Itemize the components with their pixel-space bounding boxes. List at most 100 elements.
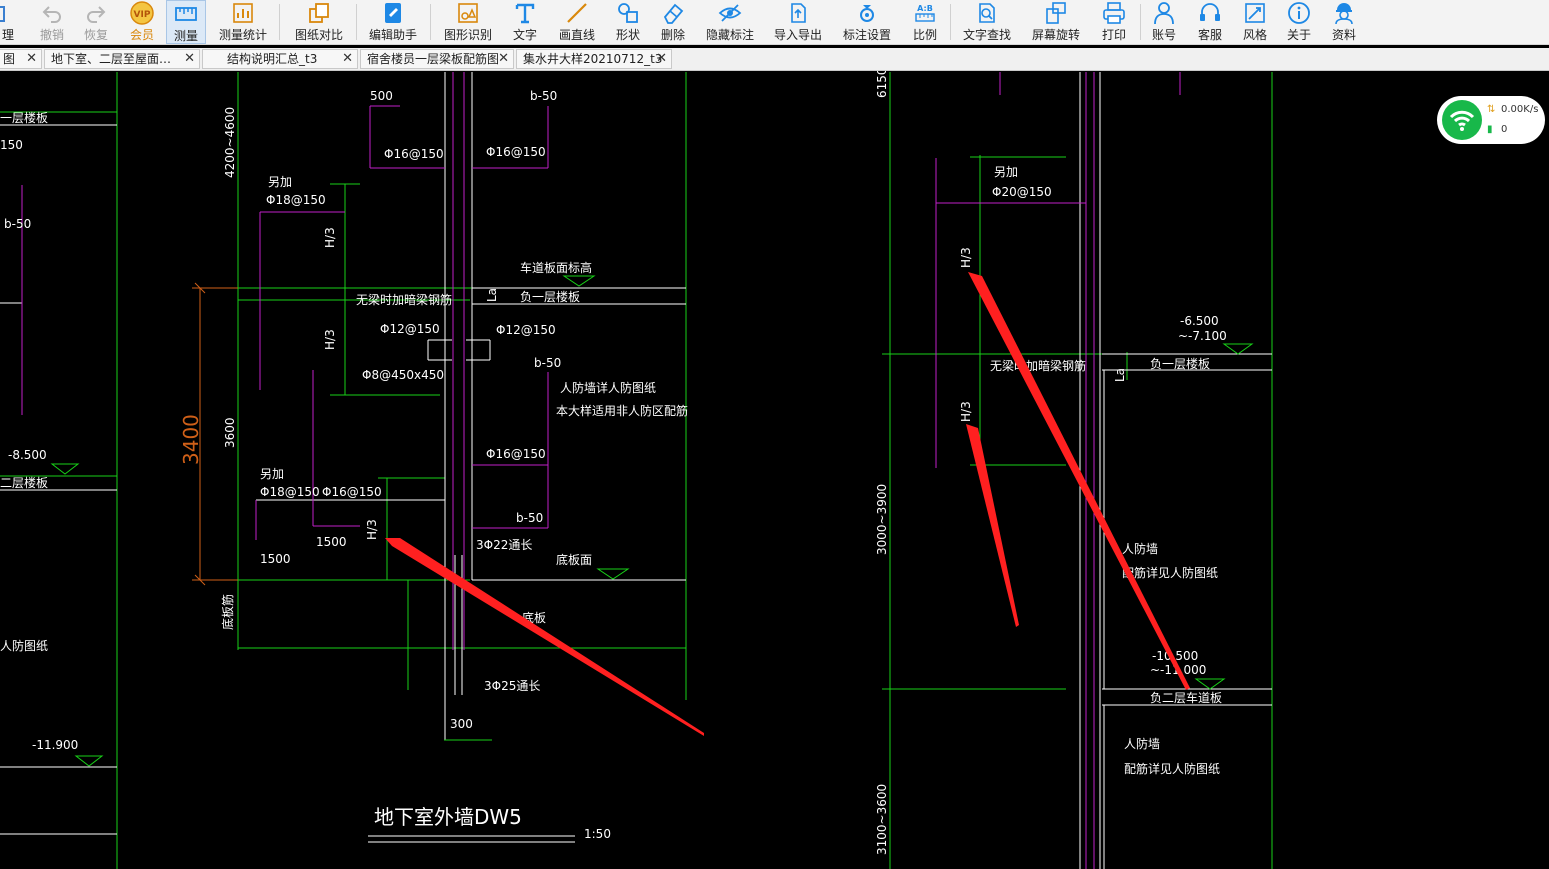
text-button[interactable]: 文字 <box>509 0 541 44</box>
network-speed-widget[interactable]: ⇅ 0.00K/s ▮ 0 <box>1437 96 1545 144</box>
network-speed: 0.00K/s <box>1501 104 1539 115</box>
account-label: 账号 <box>1151 28 1176 42</box>
measure-icon <box>175 7 197 21</box>
rebar-phi18-low: Φ18@150 <box>260 485 320 499</box>
dim-1500-b: 1500 <box>260 552 291 566</box>
measure-button[interactable]: 测量 <box>166 0 206 44</box>
shape-recognition-button[interactable]: 图形识别 <box>441 0 495 44</box>
shape-icon <box>618 3 638 23</box>
scale-button[interactable]: A:B 比例 <box>909 0 941 44</box>
left-text-civil: 人防图纸 <box>0 638 48 653</box>
customer-service-button[interactable]: 客服 <box>1194 0 1226 44</box>
note-no-beam-right: 无梁时加暗梁钢筋 <box>990 358 1086 373</box>
line-button[interactable]: 画直线 <box>556 0 598 44</box>
note-extra-2: 另加 <box>260 467 284 481</box>
dim-3000-3900: 3000~3900 <box>875 484 889 555</box>
print-button[interactable]: 打印 <box>1098 0 1130 44</box>
compare-button[interactable]: 图纸对比 <box>292 0 346 44</box>
rebar-phi12-right: Φ12@150 <box>496 323 556 337</box>
customer-service-label: 客服 <box>1197 28 1222 42</box>
rotate-screen-button[interactable]: 屏幕旋转 <box>1029 0 1083 44</box>
rebar-phi16-right: Φ16@150 <box>486 145 546 159</box>
import-export-button[interactable]: 导入导出 <box>771 0 825 44</box>
left-text-b50: b-50 <box>4 217 31 231</box>
style-button[interactable]: 风格 <box>1239 0 1271 44</box>
document-tab[interactable]: 图 ✕ <box>0 49 42 69</box>
note-ramp-top: 车道板面标高 <box>520 260 592 275</box>
toolbar-separator <box>356 4 357 40</box>
rotate-screen-icon <box>1046 2 1066 24</box>
note-la: La <box>485 288 499 302</box>
delete-button[interactable]: 删除 <box>657 0 689 44</box>
left-text-neg8500: -8.500 <box>8 448 47 462</box>
rebar-phi16-mid: Φ16@150 <box>486 447 546 461</box>
document-tab[interactable]: 集水井大样20210712_t3 ✕ <box>516 49 672 69</box>
info-icon <box>1288 2 1310 24</box>
close-icon[interactable]: ✕ <box>184 50 195 68</box>
eraser-icon <box>663 3 684 24</box>
note-floor-b1: 负一层楼板 <box>520 289 580 304</box>
import-export-icon <box>791 3 806 23</box>
wall-section-texts: 500 b-50 Φ16@150 Φ16@150 另加 Φ18@150 车道板面… <box>179 89 688 841</box>
toolbar-partial-button[interactable]: 理 <box>0 0 16 44</box>
about-label: 关于 <box>1286 28 1311 42</box>
document-tab[interactable]: 结构说明汇总_t3 ✕ <box>202 49 358 69</box>
dim-1500-a: 1500 <box>316 535 347 549</box>
hide-annotation-label: 隐藏标注 <box>705 28 754 42</box>
redo-button[interactable]: 恢复 <box>80 0 112 44</box>
note-h3-a: H/3 <box>323 227 337 248</box>
note-floor-b2-roof: 负二层车道板 <box>1150 690 1222 705</box>
rebar-3phi25: 3Φ25通长 <box>484 679 540 693</box>
cad-drawing-canvas[interactable]: 一层楼板 150 b-50 -8.500 二层楼板 人防图纸 -11.900 5… <box>0 71 1549 869</box>
document-tab[interactable]: 地下室、二层至屋面… ✕ <box>44 49 200 69</box>
dim-500: 500 <box>370 89 393 103</box>
vip-icon: VIP <box>130 1 154 25</box>
print-label: 打印 <box>1101 28 1126 42</box>
edit-assistant-button[interactable]: 编辑助手 <box>366 0 420 44</box>
arrow-annotation <box>385 538 704 736</box>
wifi-icon <box>1442 100 1482 140</box>
close-icon[interactable]: ✕ <box>498 50 509 68</box>
style-icon <box>1245 3 1265 23</box>
vip-label: 会员 <box>129 28 154 42</box>
undo-label: 撤销 <box>39 28 64 42</box>
measure-stats-button[interactable]: 测量统计 <box>216 0 270 44</box>
toolbar-separator <box>1140 4 1141 40</box>
note-no-beam: 无梁时加暗梁钢筋 <box>356 292 452 307</box>
left-text-b1: 一层楼板 <box>0 110 48 125</box>
undo-button[interactable]: 撤销 <box>36 0 68 44</box>
document-tab[interactable]: 宿舍楼员一层梁板配筋图 ✕ <box>360 49 514 69</box>
line-label: 画直线 <box>558 28 595 42</box>
measure-stats-icon <box>233 3 253 23</box>
battery-icon: ▮ <box>1487 124 1493 135</box>
account-button[interactable]: 账号 <box>1148 0 1180 44</box>
main-toolbar: 理 撤销 恢复 VIP 会员 测量 测量统计 图纸对比 编辑助手 图形识别 文字… <box>0 0 1549 45</box>
resources-label: 资料 <box>1331 28 1356 42</box>
annotation-settings-button[interactable]: 标注设置 <box>840 0 894 44</box>
shape-button[interactable]: 形状 <box>612 0 644 44</box>
elev-neg6500: -6.500 <box>1180 314 1219 328</box>
drawing-title: 地下室外墙DW5 <box>374 805 522 829</box>
measure-label: 测量 <box>173 29 198 43</box>
hide-annotation-button[interactable]: 隐藏标注 <box>703 0 757 44</box>
annotation-settings-icon <box>860 5 874 22</box>
about-button[interactable]: 关于 <box>1283 0 1315 44</box>
close-icon[interactable]: ✕ <box>656 50 667 68</box>
scale-label: 比例 <box>912 28 937 42</box>
text-search-button[interactable]: 文字查找 <box>960 0 1014 44</box>
close-icon[interactable]: ✕ <box>26 50 37 68</box>
toolbar-separator <box>430 4 431 40</box>
note-h3-c: H/3 <box>365 519 379 540</box>
left-text-b2: 二层楼板 <box>0 475 48 490</box>
vip-button[interactable]: VIP 会员 <box>126 0 158 44</box>
resources-button[interactable]: 资料 <box>1328 0 1360 44</box>
note-floor-b1-right: 负一层楼板 <box>1150 356 1210 371</box>
left-text-neg11900: -11.900 <box>32 738 78 752</box>
measure-stats-label: 测量统计 <box>218 28 267 42</box>
edit-assistant-icon <box>385 3 401 23</box>
svg-text:A:B: A:B <box>917 4 933 13</box>
updown-icon: ⇅ <box>1487 104 1496 115</box>
close-icon[interactable]: ✕ <box>342 50 353 68</box>
note-h3-right-b: H/3 <box>959 401 973 422</box>
wall-section-dw5 <box>192 72 687 843</box>
